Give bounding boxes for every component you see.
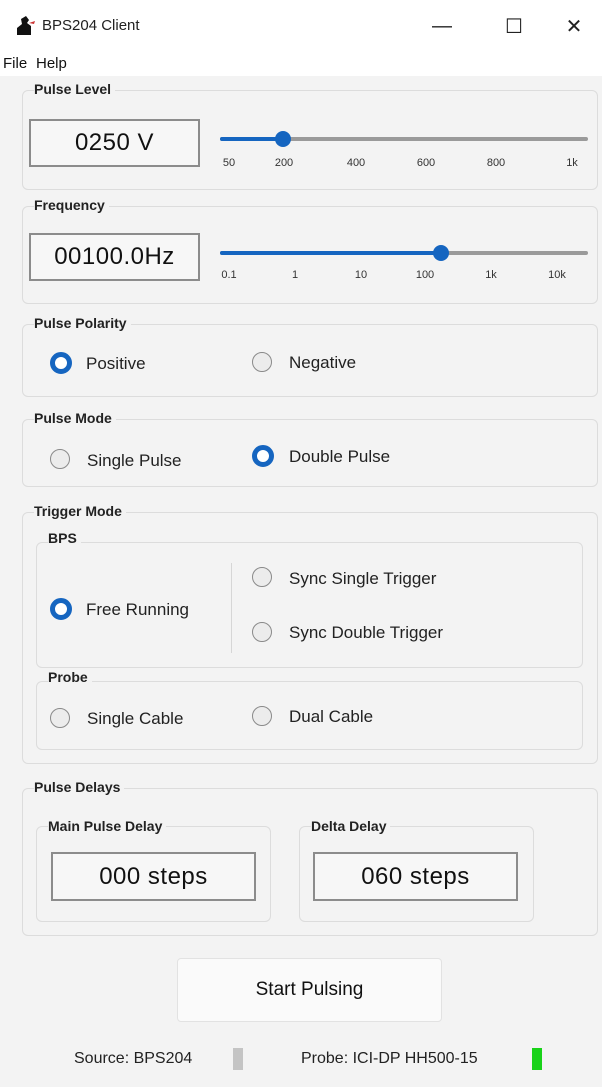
app-icon — [17, 16, 35, 35]
pulse-polarity-title: Pulse Polarity — [34, 315, 131, 331]
frequency-tick: 10k — [548, 269, 566, 281]
frequency-tick: 10 — [354, 269, 368, 281]
pulse-level-slider[interactable] — [220, 131, 588, 147]
frequency-title: Frequency — [34, 197, 109, 213]
positive-radio[interactable] — [50, 352, 72, 374]
positive-label[interactable]: Positive — [86, 354, 146, 374]
pulse-level-tick: 50 — [222, 157, 236, 169]
bps-title: BPS — [48, 530, 81, 546]
frequency-slider-thumb[interactable] — [433, 245, 449, 261]
source-indicator — [233, 1048, 243, 1070]
frequency-slider-fill — [220, 251, 441, 255]
pulse-level-tick: 1k — [566, 157, 578, 169]
main-pulse-delay-display[interactable]: 000 steps — [51, 852, 256, 901]
single-cable-radio[interactable] — [50, 708, 70, 728]
bps-divider — [231, 563, 232, 653]
negative-label[interactable]: Negative — [289, 353, 356, 373]
trigger-mode-title: Trigger Mode — [34, 503, 126, 519]
sync-double-trigger-radio[interactable] — [252, 622, 272, 642]
free-running-radio[interactable] — [50, 598, 72, 620]
maximize-button[interactable]: ☐ — [486, 0, 542, 52]
double-pulse-radio[interactable] — [252, 445, 274, 467]
probe-title: Probe — [48, 669, 92, 685]
pulse-level-display[interactable]: 0250 V — [29, 119, 200, 167]
menu-help[interactable]: Help — [36, 55, 67, 72]
title-bar: BPS204 Client — ☐ ✕ — [0, 0, 602, 52]
close-button[interactable]: ✕ — [546, 0, 602, 52]
pulse-level-tick: 400 — [346, 157, 366, 169]
frequency-tick: 1k — [485, 269, 497, 281]
pulse-mode-title: Pulse Mode — [34, 410, 116, 426]
dual-cable-radio[interactable] — [252, 706, 272, 726]
pulse-delays-title: Pulse Delays — [34, 779, 125, 795]
sync-double-trigger-label[interactable]: Sync Double Trigger — [289, 623, 443, 643]
pulse-level-slider-fill — [220, 137, 283, 141]
frequency-slider[interactable] — [220, 245, 588, 261]
sync-single-trigger-label[interactable]: Sync Single Trigger — [289, 569, 436, 589]
pulse-level-slider-thumb[interactable] — [275, 131, 291, 147]
frequency-display[interactable]: 00100.0Hz — [29, 233, 200, 281]
frequency-tick: 1 — [291, 269, 299, 281]
probe-indicator — [532, 1048, 542, 1070]
main-pulse-delay-title: Main Pulse Delay — [48, 818, 167, 834]
frequency-tick: 100 — [415, 269, 435, 281]
delta-delay-title: Delta Delay — [311, 818, 391, 834]
single-pulse-radio[interactable] — [50, 449, 70, 469]
window-title: BPS204 Client — [42, 17, 140, 34]
probe-status: Probe: ICI-DP HH500-15 — [301, 1050, 478, 1067]
sync-single-trigger-radio[interactable] — [252, 567, 272, 587]
start-pulsing-button[interactable]: Start Pulsing — [177, 958, 442, 1022]
pulse-level-tick: 600 — [416, 157, 436, 169]
frequency-tick: 0.1 — [221, 269, 237, 281]
menu-bar: File Help — [0, 52, 602, 76]
single-cable-label[interactable]: Single Cable — [87, 709, 183, 729]
double-pulse-label[interactable]: Double Pulse — [289, 447, 390, 467]
pulse-level-title: Pulse Level — [34, 81, 116, 97]
menu-file[interactable]: File — [3, 55, 27, 72]
free-running-label[interactable]: Free Running — [86, 600, 189, 620]
dual-cable-label[interactable]: Dual Cable — [289, 707, 373, 727]
pulse-level-tick: 800 — [486, 157, 506, 169]
minimize-button[interactable]: — — [414, 0, 470, 52]
source-status: Source: BPS204 — [74, 1050, 193, 1067]
single-pulse-label[interactable]: Single Pulse — [87, 451, 182, 471]
delta-delay-display[interactable]: 060 steps — [313, 852, 518, 901]
negative-radio[interactable] — [252, 352, 272, 372]
pulse-level-tick: 200 — [274, 157, 294, 169]
